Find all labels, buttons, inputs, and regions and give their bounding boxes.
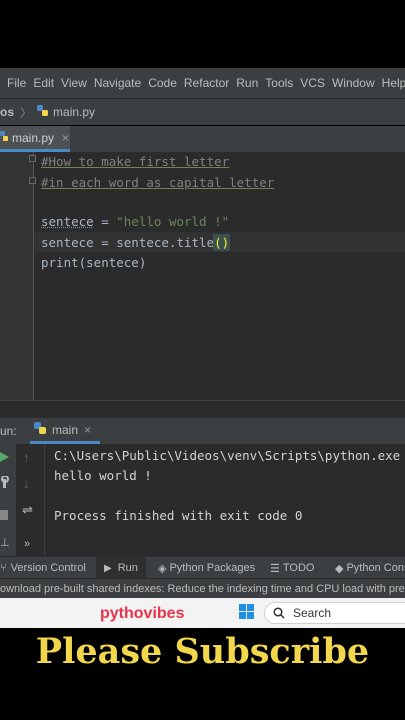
tab-label: main.py [12,130,55,145]
subscribe-caption: Please Subscribe [35,631,370,672]
code-line-6: print(sentece) [41,255,147,270]
menu-file[interactable]: File [7,76,26,90]
panel-divider[interactable] [0,400,405,419]
fold-icon [29,177,36,184]
status-bar: ownload pre-built shared indexes: Reduce… [0,578,405,599]
menu-edit[interactable]: Edit [33,76,54,90]
tool-window-bar: ⑂ Version Control ▶ Run ◈ Python Packages ☰… [0,556,405,579]
tab-python-console[interactable]: ◆ Python Cons [335,557,405,579]
editor-gutter [0,152,36,400]
close-icon[interactable]: × [62,131,69,145]
fold-icon [29,155,36,162]
run-label: un: [0,424,17,438]
os-taskbar: pythovibes Search [0,598,405,628]
menu-navigate[interactable]: Navigate [94,76,141,90]
code-line-4: sentece = "hello world !" [41,214,230,229]
code-line-1: #How to make first letter [41,154,230,169]
menu-code[interactable]: Code [148,76,177,90]
menu-run[interactable]: Run [236,76,258,90]
arrow-up-icon[interactable]: ↑ [23,450,30,465]
menu-bar: File Edit View Navigate Code Refactor Ru… [0,68,405,98]
breadcrumb: os 〉 main.py [0,98,405,125]
windows-start-icon[interactable] [239,604,255,620]
chevron-right-icon: 〉 [20,105,33,120]
text-cursor [229,236,231,251]
menu-vcs[interactable]: VCS [300,76,325,90]
run-tab-label: main [52,422,79,437]
search-icon [273,607,285,619]
breadcrumb-file[interactable]: main.py [53,105,95,119]
run-header: un: main × [0,418,405,444]
tab-main-py[interactable]: main.py × [0,126,70,152]
menu-window[interactable]: Window [332,76,375,90]
code-editor[interactable]: #How to make first letter #in each word … [0,152,405,400]
run-icon[interactable] [0,452,9,462]
menu-refactor[interactable]: Refactor [184,76,229,90]
watermark-text: pythovibes [100,605,185,622]
search-placeholder: Search [293,606,332,620]
code-line-5: sentece = sentece.title() [41,234,231,251]
tab-run-main[interactable]: main × [30,418,100,444]
python-file-icon [36,104,49,120]
stop-icon[interactable] [0,510,8,520]
taskbar-search[interactable]: Search [264,602,405,624]
menu-view[interactable]: View [61,76,87,90]
python-console-icon: ◆ [335,562,344,575]
play-icon: ▶ [104,562,112,574]
soft-wrap-icon[interactable]: ⇌ [22,502,33,518]
breadcrumb-project[interactable]: os [0,105,14,119]
wrench-icon[interactable] [0,476,10,488]
run-left-strip: ⊥ [0,444,16,556]
packages-icon: ◈ [158,562,167,575]
close-icon[interactable]: × [84,423,91,437]
tab-run[interactable]: ▶ Run [96,557,146,579]
run-toolbar: ↑ ↓ ⇌ » [16,444,45,556]
editor-tab-bar: main.py × [0,126,405,153]
tab-version-control[interactable]: ⑂ Version Control [0,557,86,579]
run-command: C:\Users\Public\Videos\venv\Scripts\pyth… [54,448,405,463]
run-exit-message: Process finished with exit code 0 [54,508,303,523]
list-icon: ☰ [270,562,280,575]
python-file-icon [0,130,9,146]
status-message[interactable]: ownload pre-built shared indexes: Reduce… [0,583,405,595]
run-output: hello world ! [54,468,152,483]
python-icon [33,421,47,438]
arrow-down-icon[interactable]: ↓ [23,476,30,491]
code-line-2: #in each word as capital letter [41,175,275,190]
tab-python-packages[interactable]: ◈ Python Packages [158,557,255,579]
branch-icon: ⑂ [0,562,7,574]
menu-help[interactable]: Help [382,76,405,90]
menu-tools[interactable]: Tools [265,76,293,90]
more-icon[interactable]: » [24,538,30,550]
tab-todo[interactable]: ☰ TODO [270,557,314,579]
pin-icon[interactable]: ⊥ [0,536,10,549]
